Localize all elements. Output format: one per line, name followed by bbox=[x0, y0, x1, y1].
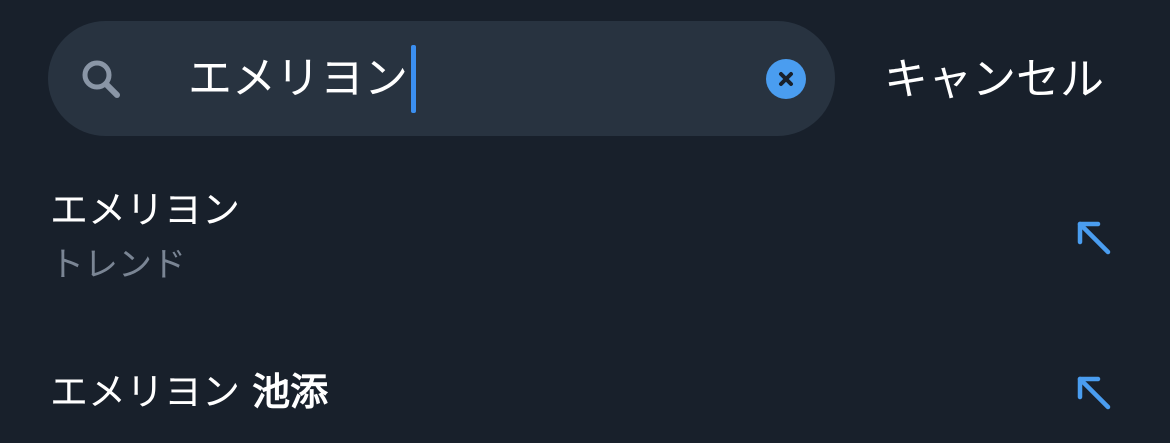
arrow-up-left-icon[interactable] bbox=[1074, 373, 1112, 411]
arrow-up-left-icon[interactable] bbox=[1074, 218, 1112, 256]
search-bar[interactable]: エメリヨン bbox=[48, 21, 835, 136]
suggestion-item[interactable]: エメリヨン 池添 bbox=[0, 335, 1170, 443]
search-input[interactable]: エメリヨン bbox=[188, 45, 416, 113]
clear-search-button[interactable] bbox=[766, 59, 806, 99]
suggestion-title: エメリヨン 池添 bbox=[50, 367, 328, 417]
clear-x-circle-icon bbox=[779, 72, 793, 86]
suggestion-subtitle: トレンド bbox=[50, 245, 186, 285]
suggestion-item[interactable]: エメリヨン トレンド bbox=[0, 180, 1170, 305]
cancel-button[interactable]: キャンセル bbox=[884, 50, 1104, 110]
search-query-text: エメリヨン bbox=[188, 53, 408, 104]
suggestion-title-completion: 池添 bbox=[252, 370, 329, 414]
suggestion-title-match: エメリヨン bbox=[50, 370, 253, 414]
search-icon bbox=[82, 60, 120, 98]
text-cursor bbox=[411, 45, 416, 113]
suggestion-title: エメリヨン bbox=[50, 188, 241, 232]
